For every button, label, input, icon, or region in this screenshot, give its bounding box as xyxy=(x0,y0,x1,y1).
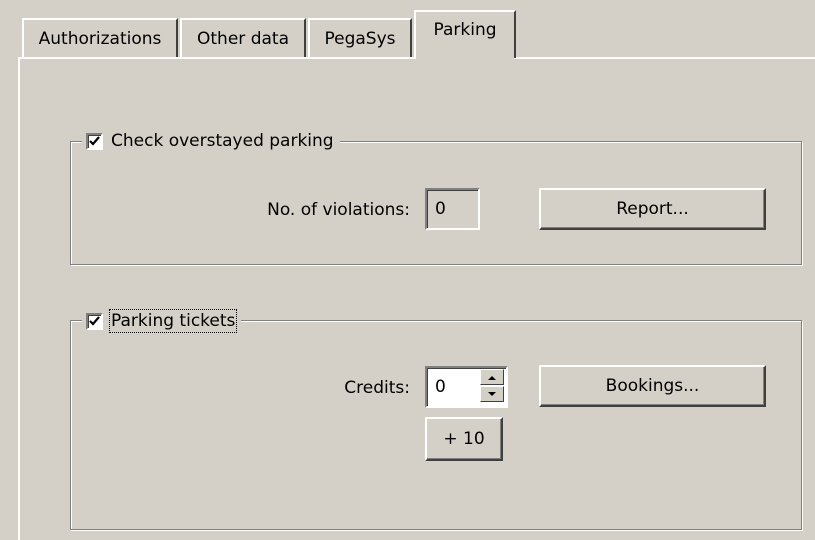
violations-label: No. of violations: xyxy=(267,200,410,220)
overstayed-parking-label[interactable]: Check overstayed parking xyxy=(111,131,334,151)
report-button-label: Report... xyxy=(616,199,689,219)
spin-up-button[interactable] xyxy=(480,369,504,385)
spin-down-button[interactable] xyxy=(480,386,504,402)
tab-label: Parking xyxy=(433,20,497,40)
bookings-button-label: Bookings... xyxy=(605,376,700,396)
active-tab-join xyxy=(416,57,514,60)
report-button[interactable]: Report... xyxy=(539,188,766,230)
tab-parking[interactable]: Parking xyxy=(414,10,516,58)
parking-tickets-label[interactable]: Parking tickets xyxy=(108,309,238,333)
tab-label: PegaSys xyxy=(324,28,396,49)
checkmark-icon xyxy=(89,135,100,146)
tab-other-data[interactable]: Other data xyxy=(180,18,306,57)
tab-authorizations[interactable]: Authorizations xyxy=(22,18,178,57)
credits-label: Credits: xyxy=(344,378,410,398)
spin-down-icon xyxy=(488,391,496,396)
parking-tickets-checkbox[interactable] xyxy=(86,312,103,330)
violations-value: 0 xyxy=(435,199,446,219)
parking-tickets-header: Parking tickets xyxy=(82,308,242,334)
credits-value: 0 xyxy=(435,377,446,397)
tab-label: Other data xyxy=(197,28,289,49)
plus-10-button[interactable]: + 10 xyxy=(425,417,503,461)
overstayed-parking-header: Check overstayed parking xyxy=(82,128,340,154)
plus-10-button-label: + 10 xyxy=(443,429,485,449)
overstayed-parking-checkbox[interactable] xyxy=(86,132,103,150)
tab-panel-border xyxy=(18,57,20,540)
violations-field: 0 xyxy=(425,188,480,230)
tab-label: Authorizations xyxy=(38,28,162,49)
tab-pegasys[interactable]: PegaSys xyxy=(308,18,412,57)
checkmark-icon xyxy=(89,315,100,326)
spin-up-icon xyxy=(488,375,496,380)
bookings-button[interactable]: Bookings... xyxy=(539,365,766,407)
